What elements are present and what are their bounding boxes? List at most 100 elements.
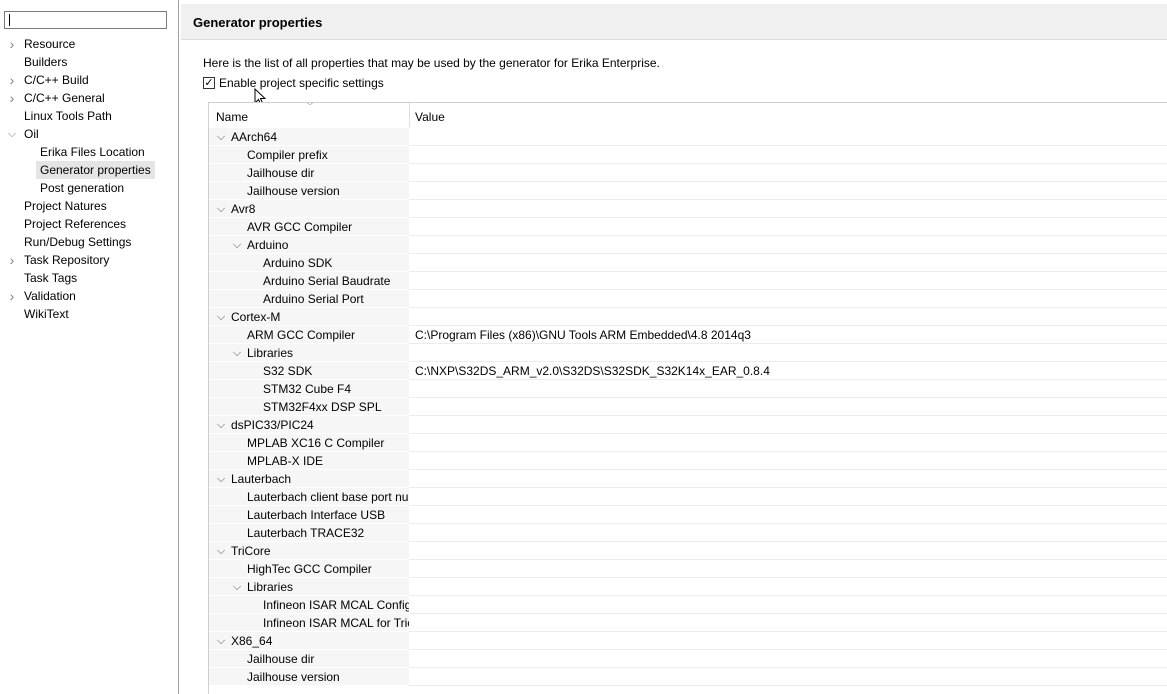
table-row[interactable]: ⌵ Arduino (209, 236, 1167, 254)
property-name-cell[interactable]: ⌵ Avr8 (209, 200, 409, 218)
collapsed-chevron-icon[interactable]: › (6, 71, 18, 89)
column-header-value[interactable]: Value (415, 110, 445, 124)
table-row[interactable]: Jailhouse version (209, 668, 1167, 686)
property-value-cell[interactable] (409, 146, 1167, 164)
table-row[interactable]: Lauterbach client base port nui (209, 488, 1167, 506)
expanded-chevron-icon[interactable]: ⌵ (231, 344, 243, 361)
table-row[interactable]: Infineon ISAR MCAL for Tric (209, 614, 1167, 632)
property-name-cell[interactable]: MPLAB XC16 C Compiler (209, 434, 409, 452)
property-value-cell[interactable] (409, 344, 1167, 362)
expanded-chevron-icon[interactable]: ⌵ (231, 578, 243, 595)
nav-item-project-natures[interactable]: Project Natures (24, 197, 107, 215)
nav-item-resource[interactable]: Resource (24, 35, 75, 53)
table-row[interactable]: MPLAB-X IDE (209, 452, 1167, 470)
table-row[interactable]: Lauterbach TRACE32 (209, 524, 1167, 542)
property-value-cell[interactable] (409, 254, 1167, 272)
table-row[interactable]: AVR GCC Compiler (209, 218, 1167, 236)
property-value-cell[interactable] (409, 506, 1167, 524)
property-value-cell[interactable]: C:\Program Files (x86)\GNU Tools ARM Emb… (409, 326, 1167, 344)
expanded-chevron-icon[interactable]: ⌵ (215, 470, 227, 487)
expanded-chevron-icon[interactable]: ⌵ (215, 632, 227, 649)
table-row[interactable]: STM32 Cube F4 (209, 380, 1167, 398)
property-value-cell[interactable] (409, 614, 1167, 632)
property-name-cell[interactable]: Jailhouse version (209, 182, 409, 200)
property-name-cell[interactable]: MPLAB-X IDE (209, 452, 409, 470)
table-row[interactable]: MPLAB XC16 C Compiler (209, 434, 1167, 452)
table-row[interactable]: Arduino SDK (209, 254, 1167, 272)
property-value-cell[interactable] (409, 272, 1167, 290)
property-name-cell[interactable]: Lauterbach TRACE32 (209, 524, 409, 542)
table-row[interactable]: Jailhouse version (209, 182, 1167, 200)
property-value-cell[interactable] (409, 128, 1167, 146)
property-name-cell[interactable]: Infineon ISAR MCAL for Tric (209, 614, 409, 632)
property-name-cell[interactable]: ⌵ Arduino (209, 236, 409, 254)
nav-item-builders[interactable]: Builders (24, 53, 67, 71)
property-name-cell[interactable]: STM32F4xx DSP SPL (209, 398, 409, 416)
property-value-cell[interactable] (409, 398, 1167, 416)
table-row[interactable]: ⌵ Lauterbach (209, 470, 1167, 488)
table-row[interactable]: Jailhouse dir (209, 164, 1167, 182)
property-value-cell[interactable] (409, 560, 1167, 578)
property-value-cell[interactable] (409, 452, 1167, 470)
property-value-cell[interactable] (409, 578, 1167, 596)
property-value-cell[interactable] (409, 164, 1167, 182)
nav-item-oil[interactable]: Oil (24, 125, 39, 143)
property-value-cell[interactable] (409, 380, 1167, 398)
table-row[interactable]: ⌵ AArch64 (209, 128, 1167, 146)
property-name-cell[interactable]: ⌵ AArch64 (209, 128, 409, 146)
property-value-cell[interactable] (409, 650, 1167, 668)
expanded-chevron-icon[interactable]: ⌵ (215, 542, 227, 559)
property-name-cell[interactable]: Infineon ISAR MCAL Config (209, 596, 409, 614)
property-name-cell[interactable]: ⌵ Cortex-M (209, 308, 409, 326)
table-row[interactable]: ARM GCC Compiler C:\Program Files (x86)\G… (209, 326, 1167, 344)
enable-project-settings-label[interactable]: Enable project specific settings (219, 76, 384, 91)
property-name-cell[interactable]: ⌵ Libraries (209, 344, 409, 362)
property-name-cell[interactable]: Lauterbach Interface USB (209, 506, 409, 524)
nav-item-wikitext[interactable]: WikiText (24, 305, 69, 323)
property-name-cell[interactable]: ARM GCC Compiler (209, 326, 409, 344)
column-divider[interactable] (409, 103, 410, 127)
collapsed-chevron-icon[interactable]: › (6, 251, 18, 269)
nav-item-project-references[interactable]: Project References (24, 215, 126, 233)
nav-item-c-c-build[interactable]: C/C++ Build (24, 71, 89, 89)
table-row[interactable]: ⌵ Cortex-M (209, 308, 1167, 326)
property-name-cell[interactable]: Arduino Serial Baudrate (209, 272, 409, 290)
property-name-cell[interactable]: ⌵ dsPIC33/PIC24 (209, 416, 409, 434)
table-row[interactable]: ⌵ Libraries (209, 578, 1167, 596)
property-value-cell[interactable] (409, 542, 1167, 560)
expanded-chevron-icon[interactable]: ⌵ (215, 308, 227, 325)
property-value-cell[interactable] (409, 488, 1167, 506)
property-name-cell[interactable]: Jailhouse dir (209, 650, 409, 668)
property-value-cell[interactable] (409, 182, 1167, 200)
nav-item-post-generation[interactable]: Post generation (40, 179, 124, 197)
property-value-cell[interactable] (409, 434, 1167, 452)
table-row[interactable]: ⌵ Libraries (209, 344, 1167, 362)
nav-item-c-c-general[interactable]: C/C++ General (24, 89, 105, 107)
filter-input[interactable] (4, 11, 167, 29)
expanded-chevron-icon[interactable]: ⌵ (231, 236, 243, 253)
property-value-cell[interactable]: C:\NXP\S32DS_ARM_v2.0\S32DS\S32SDK_S32K1… (409, 362, 1167, 380)
collapsed-chevron-icon[interactable]: › (6, 35, 18, 53)
nav-item-run-debug-settings[interactable]: Run/Debug Settings (24, 233, 131, 251)
property-value-cell[interactable] (409, 200, 1167, 218)
table-row[interactable]: STM32F4xx DSP SPL (209, 398, 1167, 416)
property-value-cell[interactable] (409, 524, 1167, 542)
table-row[interactable]: Arduino Serial Baudrate (209, 272, 1167, 290)
property-name-cell[interactable]: ⌵ Libraries (209, 578, 409, 596)
property-name-cell[interactable]: STM32 Cube F4 (209, 380, 409, 398)
nav-item-task-tags[interactable]: Task Tags (24, 269, 77, 287)
table-row[interactable]: S32 SDK C:\NXP\S32DS_ARM_v2.0\S32DS\S32SD… (209, 362, 1167, 380)
nav-item-validation[interactable]: Validation (24, 287, 76, 305)
property-name-cell[interactable]: Arduino Serial Port (209, 290, 409, 308)
property-name-cell[interactable]: Lauterbach client base port nui (209, 488, 409, 506)
property-name-cell[interactable]: Jailhouse version (209, 668, 409, 686)
property-name-cell[interactable]: Jailhouse dir (209, 164, 409, 182)
property-name-cell[interactable]: S32 SDK (209, 362, 409, 380)
property-name-cell[interactable]: AVR GCC Compiler (209, 218, 409, 236)
property-value-cell[interactable] (409, 236, 1167, 254)
property-value-cell[interactable] (409, 596, 1167, 614)
property-value-cell[interactable] (409, 668, 1167, 686)
nav-item-task-repository[interactable]: Task Repository (24, 251, 109, 269)
property-value-cell[interactable] (409, 416, 1167, 434)
nav-item-erika-files-location[interactable]: Erika Files Location (40, 143, 145, 161)
